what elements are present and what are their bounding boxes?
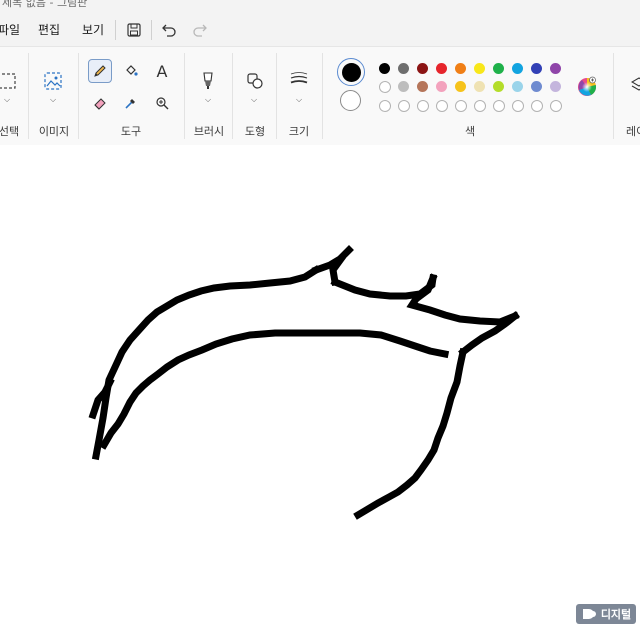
group-label-image: 이미지: [38, 125, 70, 138]
chevron-down-icon[interactable]: ⌵: [251, 95, 257, 105]
chevron-down-icon[interactable]: ⌵: [205, 95, 211, 105]
color-swatch[interactable]: [512, 100, 524, 112]
color-swatch[interactable]: [550, 81, 561, 92]
color-swatch[interactable]: [474, 63, 485, 74]
layers-icon[interactable]: [627, 73, 640, 97]
color-swatch[interactable]: [512, 63, 523, 74]
group-label-colors: 색: [464, 125, 476, 138]
undo-icon[interactable]: [158, 19, 180, 41]
group-separator: [184, 53, 185, 139]
drawing-strokes: [88, 245, 520, 520]
menu-separator: [115, 20, 116, 40]
image-icon[interactable]: [41, 69, 65, 93]
eraser-icon[interactable]: [88, 91, 112, 115]
color-swatch[interactable]: [417, 81, 428, 92]
color-swatch[interactable]: [550, 63, 561, 74]
color-swatch[interactable]: [398, 63, 409, 74]
menu-edit[interactable]: 편집: [38, 21, 60, 38]
primary-color-swatch[interactable]: [337, 58, 365, 86]
color-swatch[interactable]: [436, 100, 448, 112]
color-swatch[interactable]: [455, 81, 466, 92]
chevron-down-icon[interactable]: ⌵: [4, 95, 10, 105]
group-separator: [276, 53, 277, 139]
secondary-color-swatch[interactable]: [340, 90, 361, 111]
color-swatch[interactable]: [531, 63, 542, 74]
window-title: 제목 없음 - 그림판: [2, 0, 88, 9]
color-picker-icon[interactable]: [119, 91, 143, 115]
group-separator: [322, 53, 323, 139]
magnifier-icon[interactable]: [150, 91, 174, 115]
group-label-shapes: 도형: [244, 125, 266, 138]
stroke-size-icon[interactable]: [287, 67, 311, 91]
color-swatch[interactable]: [493, 100, 505, 112]
color-swatch[interactable]: [436, 81, 447, 92]
color-swatch[interactable]: [493, 63, 504, 74]
group-label-tools: 도구: [120, 125, 142, 138]
group-separator: [28, 53, 29, 139]
edit-colors-icon[interactable]: [575, 74, 599, 98]
color-swatch[interactable]: [455, 63, 466, 74]
color-swatch[interactable]: [417, 63, 428, 74]
fill-bucket-icon[interactable]: [119, 59, 143, 83]
pencil-tool-icon[interactable]: [88, 59, 112, 83]
color-swatch[interactable]: [436, 63, 447, 74]
color-swatch[interactable]: [531, 100, 543, 112]
color-swatch[interactable]: [379, 63, 390, 74]
menu-view[interactable]: 보기: [82, 21, 104, 38]
redo-icon[interactable]: [189, 19, 211, 41]
color-swatch[interactable]: [512, 81, 523, 92]
group-separator: [78, 53, 79, 139]
color-swatch[interactable]: [398, 100, 410, 112]
save-icon[interactable]: [123, 19, 145, 41]
color-swatch[interactable]: [493, 81, 504, 92]
chevron-down-icon[interactable]: ⌵: [296, 95, 302, 105]
menu-bar: 파일 편집 보기: [0, 12, 640, 46]
brush-icon[interactable]: [196, 69, 220, 93]
group-separator: [232, 53, 233, 139]
menu-separator: [151, 20, 152, 40]
color-swatch[interactable]: [474, 81, 485, 92]
group-separator: [613, 53, 614, 139]
color-swatch[interactable]: [474, 100, 486, 112]
select-tool-icon[interactable]: [0, 69, 18, 93]
color-swatch[interactable]: [531, 81, 542, 92]
group-label-brushes: 브러시: [193, 125, 225, 138]
text-tool-icon[interactable]: A: [150, 59, 174, 83]
color-swatch[interactable]: [379, 81, 391, 93]
group-label-select: 선택: [0, 125, 20, 138]
chevron-down-icon[interactable]: ⌵: [50, 95, 56, 105]
menu-file[interactable]: 파일: [0, 21, 20, 38]
watermark: 디지털: [576, 604, 636, 624]
watermark-text: 디지털: [600, 608, 632, 621]
group-label-layers: 레이: [626, 125, 640, 138]
primary-color-dot: [341, 62, 361, 82]
drawing-canvas[interactable]: 디지털: [0, 145, 640, 626]
color-swatch[interactable]: [550, 100, 562, 112]
ribbon: ⌵ 선택 ⌵ 이미지 A 도구 ⌵ 브러시 ⌵ 도형 ⌵ 크기 색 레: [0, 46, 640, 146]
color-swatch[interactable]: [379, 100, 391, 112]
color-swatch[interactable]: [417, 100, 429, 112]
shapes-icon[interactable]: [243, 69, 267, 93]
watermark-logo-icon: [582, 609, 596, 619]
title-bar: 제목 없음 - 그림판: [0, 0, 640, 10]
color-swatch[interactable]: [398, 81, 409, 92]
color-swatch[interactable]: [455, 100, 467, 112]
group-label-size: 크기: [288, 125, 310, 138]
